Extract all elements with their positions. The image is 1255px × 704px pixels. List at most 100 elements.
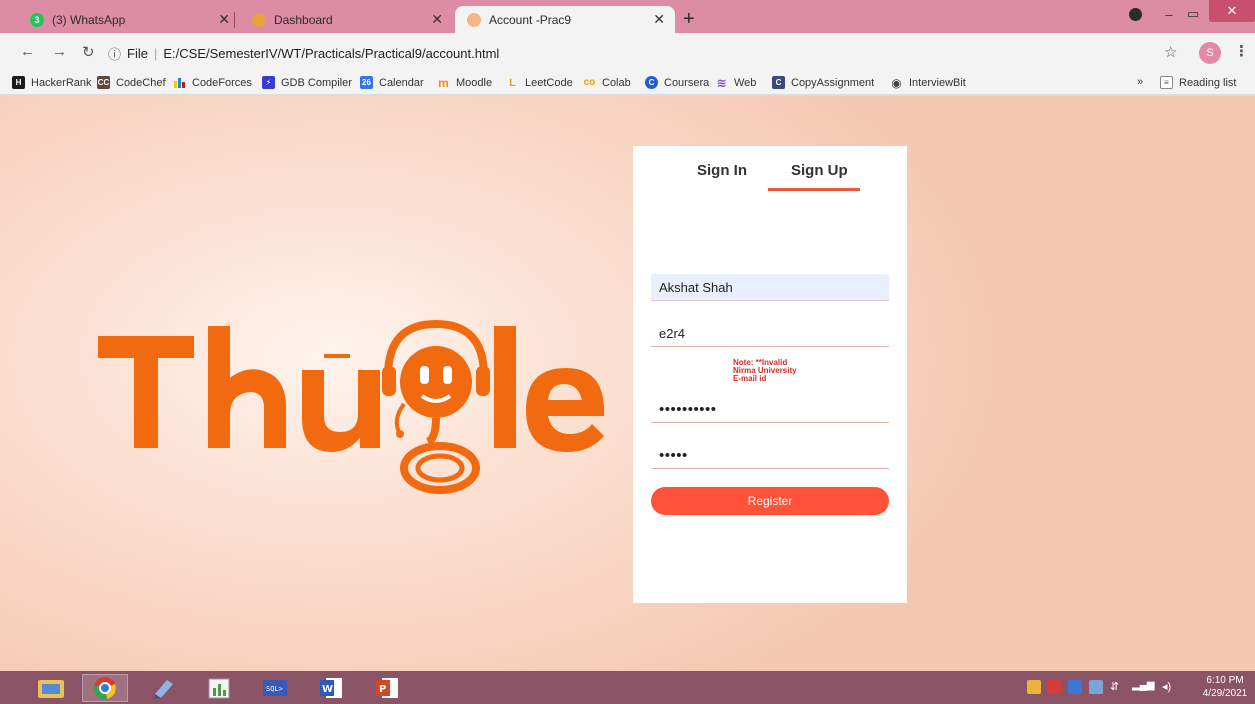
volume-icon[interactable]: ◂): [1162, 680, 1176, 694]
email-error-note: Note: **Invalid Nirma University E-mail …: [733, 359, 853, 383]
gdb-icon: ⚡: [262, 76, 275, 89]
network-icon[interactable]: ⇵: [1110, 680, 1124, 694]
tab-sign-in[interactable]: Sign In: [697, 162, 747, 179]
whatsapp-icon: 3: [30, 12, 44, 27]
tab-title: (3) WhatsApp: [52, 12, 126, 27]
tray-app-icon[interactable]: [1027, 680, 1041, 694]
bookmark-label: Calendar: [379, 76, 424, 89]
email-field[interactable]: e2r4: [651, 320, 889, 347]
bookmarks-overflow-button[interactable]: »: [1137, 76, 1143, 88]
colab-icon: co: [583, 77, 596, 88]
bookmark-moodle[interactable]: m Moodle: [437, 75, 493, 90]
file-explorer-icon[interactable]: [28, 674, 74, 702]
signal-icon[interactable]: ▂▄▆: [1132, 680, 1154, 694]
bookmark-label: GDB Compiler: [281, 76, 352, 89]
tab-dashboard[interactable]: Dashboard ✕: [240, 6, 453, 33]
copyassignment-icon: C: [772, 76, 785, 89]
window-close-button[interactable]: ✕: [1209, 0, 1255, 22]
powerpoint-icon[interactable]: P: [364, 674, 410, 702]
info-icon[interactable]: ⓘ: [108, 44, 121, 63]
confirm-password-field[interactable]: •••••: [651, 442, 889, 469]
chart-app-icon[interactable]: [196, 674, 242, 702]
profile-avatar[interactable]: S: [1199, 42, 1221, 64]
bookmark-web[interactable]: ≋ Web: [715, 75, 757, 90]
bookmark-coursera[interactable]: C Coursera: [645, 76, 709, 89]
bookmark-label: CodeForces: [192, 76, 252, 89]
svg-text:W: W: [322, 684, 333, 695]
bookmarks-bar: H HackerRank CC CodeChef CodeForces ⚡ GD…: [0, 73, 1255, 95]
address-bar-row: ← → ↻ ⓘ File | E:/CSE/SemesterIV/WT/Prac…: [0, 33, 1255, 73]
page-viewport: Sign In Sign Up Akshat Shah e2r4 Note: *…: [0, 96, 1255, 671]
bookmark-label: CodeChef: [116, 76, 166, 89]
bookmark-label: Coursera: [664, 76, 710, 89]
interviewbit-icon: ◉: [891, 75, 902, 90]
bookmark-codeforces[interactable]: CodeForces: [173, 76, 252, 89]
reload-icon[interactable]: ↻: [82, 43, 95, 61]
tab-strip: 3 (3) WhatsApp ✕ Dashboard ✕ Account -Pr…: [0, 0, 1255, 33]
account-card: Sign In Sign Up Akshat Shah e2r4 Note: *…: [633, 146, 907, 603]
back-icon[interactable]: ←: [20, 43, 35, 60]
word-icon[interactable]: W: [308, 674, 354, 702]
clock-date: 4/29/2021: [1202, 688, 1248, 699]
bookmark-star-icon[interactable]: ☆: [1164, 43, 1177, 61]
tray-app-icon[interactable]: [1047, 680, 1061, 694]
page-icon: [467, 12, 481, 27]
bookmark-leetcode[interactable]: L LeetCode: [506, 76, 573, 89]
web-icon: ≋: [716, 75, 727, 90]
close-icon[interactable]: ✕: [653, 11, 665, 28]
bookmark-gdb[interactable]: ⚡ GDB Compiler: [262, 76, 352, 89]
overflow-icon: »: [1137, 76, 1144, 88]
close-icon[interactable]: ✕: [218, 11, 230, 28]
chrome-icon[interactable]: [82, 674, 128, 702]
coursera-icon: C: [645, 76, 658, 89]
forward-icon[interactable]: →: [52, 43, 67, 60]
maximize-icon[interactable]: ▭: [1180, 0, 1206, 28]
url-input[interactable]: ⓘ File | E:/CSE/SemesterIV/WT/Practicals…: [108, 39, 1150, 67]
bookmark-label: HackerRank: [31, 76, 92, 89]
bookmark-label: Colab: [602, 76, 631, 89]
url-scheme-label: File: [127, 45, 148, 61]
bookmark-codechef[interactable]: CC CodeChef: [97, 76, 166, 89]
name-field[interactable]: Akshat Shah: [651, 274, 889, 301]
password-field[interactable]: ••••••••••: [651, 396, 889, 423]
bookmark-calendar[interactable]: 26 Calendar: [360, 76, 424, 89]
chrome-circle-icon[interactable]: [1124, 0, 1146, 28]
register-button[interactable]: Register: [651, 487, 889, 515]
reading-list-label: Reading list: [1179, 76, 1237, 89]
taskbar: SQL> W P ⇵ ▂▄▆ ◂) 6:10 PM 4/29/2021: [0, 671, 1255, 704]
tab-sign-up[interactable]: Sign Up: [791, 162, 848, 179]
sql-icon[interactable]: SQL>: [252, 674, 298, 702]
url-path: E:/CSE/SemesterIV/WT/Practicals/Practica…: [163, 45, 500, 61]
system-clock[interactable]: 6:10 PM 4/29/2021: [1198, 674, 1252, 700]
notepad-icon[interactable]: [140, 674, 186, 702]
active-tab-indicator: [768, 188, 860, 191]
leetcode-icon: L: [509, 76, 516, 89]
tab-title: Account -Prac9: [489, 12, 572, 27]
close-icon[interactable]: ✕: [431, 11, 443, 28]
bookmark-copyassignment[interactable]: C CopyAssignment: [772, 76, 874, 89]
svg-text:P: P: [379, 684, 386, 695]
tab-whatsapp[interactable]: 3 (3) WhatsApp ✕: [18, 6, 240, 33]
bookmark-colab[interactable]: co Colab: [583, 76, 631, 89]
bookmark-label: CopyAssignment: [791, 76, 875, 89]
bookmark-label: InterviewBit: [909, 76, 966, 89]
codechef-icon: CC: [97, 76, 110, 89]
thugle-logo: [98, 319, 605, 494]
tray-app-icon[interactable]: [1068, 680, 1082, 694]
svg-text:SQL>: SQL>: [266, 685, 283, 693]
tray-app-icon[interactable]: [1089, 680, 1103, 694]
new-tab-button[interactable]: +: [683, 8, 695, 31]
bookmark-hackerrank[interactable]: H HackerRank: [12, 76, 92, 89]
bookmark-interviewbit[interactable]: ◉ InterviewBit: [890, 75, 966, 90]
bookmark-label: Moodle: [456, 76, 493, 89]
hackerrank-icon: H: [12, 76, 25, 89]
moodle-icon: m: [438, 75, 449, 90]
tab-account[interactable]: Account -Prac9 ✕: [455, 6, 675, 33]
bookmark-label: Web: [734, 76, 757, 89]
menu-icon[interactable]: ⋮: [1234, 42, 1249, 60]
url-divider: |: [153, 45, 158, 61]
minimize-icon[interactable]: ‒: [1158, 0, 1180, 28]
note-line: E-mail id: [733, 374, 767, 383]
calendar-icon: 26: [360, 76, 373, 89]
reading-list-button[interactable]: ≡ Reading list: [1160, 76, 1236, 89]
